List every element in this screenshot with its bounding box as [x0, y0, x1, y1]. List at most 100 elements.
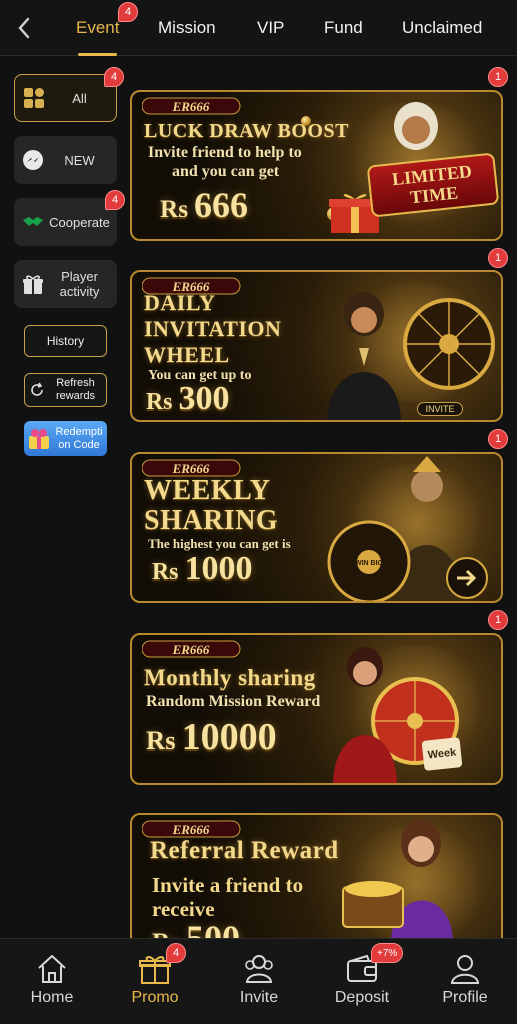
nav-profile[interactable]: Profile — [420, 939, 510, 1024]
tab-label: Fund — [324, 18, 363, 37]
sidebar-item-label: NEW — [64, 152, 95, 168]
banner-amount: Rs 300 — [146, 380, 229, 418]
nav-deposit[interactable]: Deposit +7% — [317, 939, 407, 1024]
week-calendar-tag: Week — [421, 737, 463, 771]
svg-text:ER666: ER666 — [172, 642, 210, 657]
user-icon — [450, 955, 480, 984]
handshake-icon — [23, 217, 43, 226]
banner-badge: 1 — [488, 67, 508, 87]
tab-vip[interactable]: VIP — [257, 0, 284, 56]
coin-decoration — [301, 116, 311, 126]
tab-label: VIP — [257, 18, 285, 37]
nav-promo[interactable]: Promo 4 — [110, 939, 200, 1024]
gift-icon — [23, 275, 43, 294]
sidebar-item-all[interactable]: All 4 — [14, 67, 124, 122]
banner-badge: 1 — [488, 429, 508, 449]
prize-wheel-illustration — [403, 298, 495, 390]
banner-amount: Rs 10000 — [146, 715, 277, 759]
banner-title: LUCK DRAW BOOST — [144, 120, 349, 142]
amount-value: 10000 — [181, 716, 277, 758]
sidebar-item-label: Cooperate — [49, 214, 110, 230]
tab-unclaimed[interactable]: Unclaimed — [402, 0, 482, 56]
users-icon — [245, 955, 273, 983]
bottom-navigation: Home Promo 4 Invite Deposit +7% Profile — [0, 938, 517, 1024]
refresh-rewards-button[interactable]: Refresh rewards — [24, 373, 107, 407]
tag-line: TIME — [409, 182, 459, 208]
sidebar-item-new[interactable]: NEW — [14, 136, 117, 184]
sidebar-badge: 4 — [104, 67, 124, 87]
tab-label: Unclaimed — [402, 18, 483, 37]
sidebar-item-player-activity[interactable]: Player activity — [14, 260, 117, 308]
nav-label: Promo — [131, 989, 179, 1006]
tab-badge: 4 — [118, 2, 138, 22]
tab-fund[interactable]: Fund — [324, 0, 363, 56]
pilot-woman-illustration — [327, 292, 401, 420]
tab-mission[interactable]: Mission — [158, 0, 216, 56]
event-banner-invitation-wheel[interactable]: ER666 DAILY INVITATION WHEEL You can get… — [130, 270, 503, 422]
tab-label: Event — [76, 18, 120, 37]
sidebar-item-label: All — [72, 90, 87, 106]
sidebar-item-cooperate[interactable]: Cooperate 4 — [14, 190, 125, 246]
banner-title: Monthly sharing — [144, 665, 316, 690]
nav-badge: 4 — [166, 943, 186, 963]
banner-subtitle: and you can get — [172, 163, 280, 180]
nav-invite[interactable]: Invite — [214, 939, 304, 1024]
nav-label: Profile — [442, 989, 488, 1006]
title-line: SHARING — [144, 505, 279, 536]
nav-label: Invite — [239, 989, 279, 1006]
treasure-woman-illustration — [342, 819, 453, 938]
banner-title: Referral Reward — [150, 837, 339, 864]
banner-badge: 1 — [488, 248, 508, 268]
event-banner-luck-draw[interactable]: ER666 LUCK DRAW BOOST Invite friend to h… — [130, 90, 503, 241]
banner-title: DAILY INVITATION WHEEL — [144, 290, 281, 368]
tab-label: Mission — [158, 18, 216, 37]
sidebar-item-label: Player activity — [59, 269, 100, 299]
event-banner-monthly-sharing[interactable]: ER666 Monthly sharing Random Mission Rew… — [130, 633, 503, 785]
event-banner-weekly-sharing[interactable]: ER666 WEEKLY SHARING The highest you can… — [130, 452, 503, 603]
amount-value: 300 — [178, 380, 230, 417]
banner-amount: Rs 1000 — [152, 550, 252, 588]
svg-text:ER666: ER666 — [172, 461, 210, 476]
messenger-icon — [23, 150, 43, 170]
nav-home[interactable]: Home — [7, 939, 97, 1024]
title-line: DAILY — [144, 290, 216, 315]
currency-label: Rs — [160, 196, 188, 223]
amount-value: 666 — [194, 185, 248, 225]
title-line: WHEEL — [144, 342, 230, 367]
banner-subtitle: Invite a friend to — [152, 873, 304, 897]
banner-amount: Rs 500 — [152, 917, 240, 938]
svg-text:WIN BIG: WIN BIG — [355, 560, 384, 567]
invite-tag: INVITE — [417, 402, 463, 416]
banner-amount: Rs 666 — [160, 184, 248, 226]
amount-value: 1000 — [184, 550, 253, 587]
sidebar-badge: 4 — [105, 190, 125, 210]
amount-value: 500 — [186, 918, 240, 938]
redeem-label: Redempti on Code — [55, 425, 103, 451]
event-banner-referral-reward[interactable]: ER666 Referral Reward Invite a friend to… — [130, 813, 503, 938]
brand-logo: ER666 — [142, 820, 241, 838]
brand-logo: ER666 — [142, 97, 241, 115]
currency-label: Rs — [152, 929, 180, 938]
top-tab-bar: Event 4 Mission VIP Fund Unclaimed — [0, 0, 517, 56]
title-line: INVITATION — [144, 316, 282, 341]
banner-badge: 1 — [488, 610, 508, 630]
history-label: History — [46, 334, 85, 348]
refresh-icon — [31, 382, 43, 396]
gift-box-icon — [29, 428, 49, 449]
chevron-left-icon — [18, 17, 30, 39]
currency-label: Rs — [152, 559, 179, 585]
currency-label: Rs — [146, 725, 176, 755]
tab-event[interactable]: Event 4 — [76, 0, 138, 56]
nav-badge: +7% — [371, 943, 404, 963]
svg-text:ER666: ER666 — [172, 822, 210, 837]
active-tab-indicator — [78, 53, 118, 56]
brand-logo: ER666 — [142, 640, 241, 658]
redemption-code-button[interactable]: Redempti on Code — [24, 421, 107, 456]
history-button[interactable]: History — [24, 325, 107, 357]
title-line: WEEKLY — [144, 475, 271, 506]
back-button[interactable] — [10, 12, 38, 44]
banner-title: WEEKLY SHARING — [144, 476, 278, 536]
banner-subtitle: Invite friend to help to — [148, 144, 302, 161]
warrior-wheel-illustration: WIN BIG — [327, 456, 488, 601]
svg-text:ER666: ER666 — [172, 99, 210, 114]
